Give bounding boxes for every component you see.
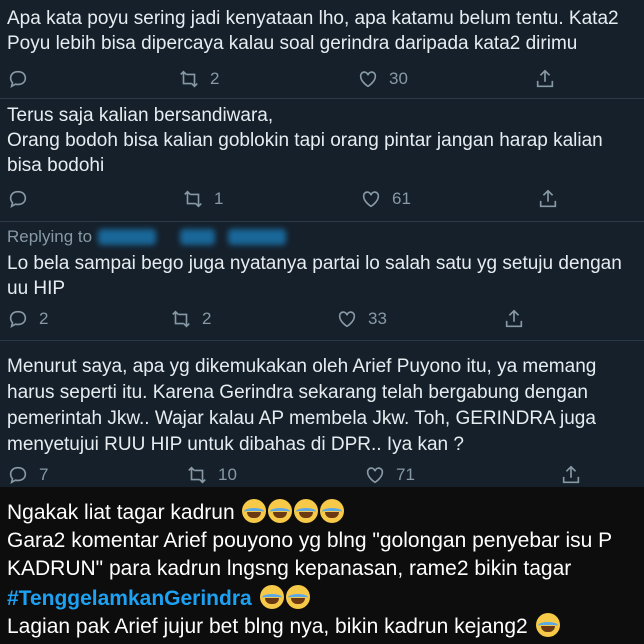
laughing-crying-emoji	[285, 585, 310, 609]
laughing-crying-emoji	[320, 499, 345, 523]
tweet-3[interactable]: Lo bela sampai bego juga nyatanya partai…	[0, 251, 644, 301]
comment-line: #TenggelamkanGerindra	[7, 585, 310, 611]
reply-button[interactable]: 7	[7, 464, 48, 486]
tweet-3-actions: 2 2 33	[0, 308, 644, 336]
retweet-icon	[188, 466, 206, 484]
retweet-icon	[184, 190, 202, 208]
retweet-button[interactable]: 10	[186, 464, 237, 486]
redacted-username	[98, 229, 156, 245]
share-button[interactable]	[503, 308, 525, 330]
tweet-text: Terus saja kalian bersandiwara, Orang bo…	[7, 105, 603, 176]
reply-icon	[9, 190, 27, 209]
like-button[interactable]: 71	[364, 464, 415, 486]
replying-to-label: Replying to	[7, 227, 93, 246]
reply-icon	[9, 310, 27, 329]
like-button[interactable]: 30	[357, 68, 408, 90]
tweet-1[interactable]: Apa kata poyu sering jadi kenyataan lho,…	[0, 6, 644, 56]
like-button[interactable]: 33	[336, 308, 387, 330]
share-button[interactable]	[534, 68, 556, 90]
comment-line: Lagian pak Arief jujur bet blng nya, bik…	[7, 613, 560, 639]
retweet-icon	[172, 310, 190, 328]
like-button[interactable]: 61	[360, 188, 411, 210]
tweet-text: Lo bela sampai bego juga nyatanya partai…	[7, 253, 622, 299]
divider	[0, 221, 644, 222]
reply-button[interactable]	[7, 68, 39, 90]
share-icon	[539, 189, 557, 208]
laughing-crying-emoji	[268, 499, 293, 523]
reply-icon	[9, 466, 27, 485]
laughing-crying-emoji	[294, 499, 319, 523]
tweet-2[interactable]: Terus saja kalian bersandiwara, Orang bo…	[0, 103, 644, 178]
laughing-crying-emoji	[259, 585, 284, 609]
comment-panel: Ngakak liat tagar kadrun Gara2 komentar …	[0, 487, 644, 644]
retweet-icon	[180, 70, 198, 88]
redacted-username	[228, 229, 286, 245]
like-icon	[359, 71, 377, 88]
tweet-text: Menurut saya, apa yg dikemukakan oleh Ar…	[7, 356, 597, 455]
share-button[interactable]	[560, 464, 582, 486]
retweet-button[interactable]: 2	[170, 308, 211, 330]
divider	[0, 340, 644, 341]
retweet-button[interactable]: 1	[182, 188, 223, 210]
tweet-text: Apa kata poyu sering jadi kenyataan lho,…	[7, 8, 619, 54]
tweet-1-actions: 2 30	[0, 68, 644, 96]
hashtag-link[interactable]: #TenggelamkanGerindra	[7, 587, 252, 610]
reply-icon	[9, 70, 27, 89]
share-icon	[562, 465, 580, 484]
like-icon	[338, 311, 356, 328]
share-icon	[505, 309, 523, 328]
divider	[0, 98, 644, 99]
share-icon	[536, 69, 554, 88]
laughing-crying-emoji	[535, 613, 560, 637]
tweet-4[interactable]: Menurut saya, apa yg dikemukakan oleh Ar…	[0, 354, 644, 458]
comment-line: Ngakak liat tagar kadrun	[7, 499, 345, 525]
like-icon	[366, 467, 384, 484]
retweet-button[interactable]: 2	[178, 68, 219, 90]
like-icon	[362, 191, 380, 208]
laughing-crying-emoji	[242, 499, 267, 523]
reply-button[interactable]	[7, 188, 39, 210]
tweet-2-actions: 1 61	[0, 188, 644, 216]
comment-line: KADRUN" para kadrun lngsng kepanasan, ra…	[7, 557, 572, 580]
reply-button[interactable]: 2	[7, 308, 48, 330]
share-button[interactable]	[537, 188, 559, 210]
comment-line: Gara2 komentar Arief pouyono yg blng "go…	[7, 529, 613, 552]
redacted-username	[180, 229, 215, 245]
